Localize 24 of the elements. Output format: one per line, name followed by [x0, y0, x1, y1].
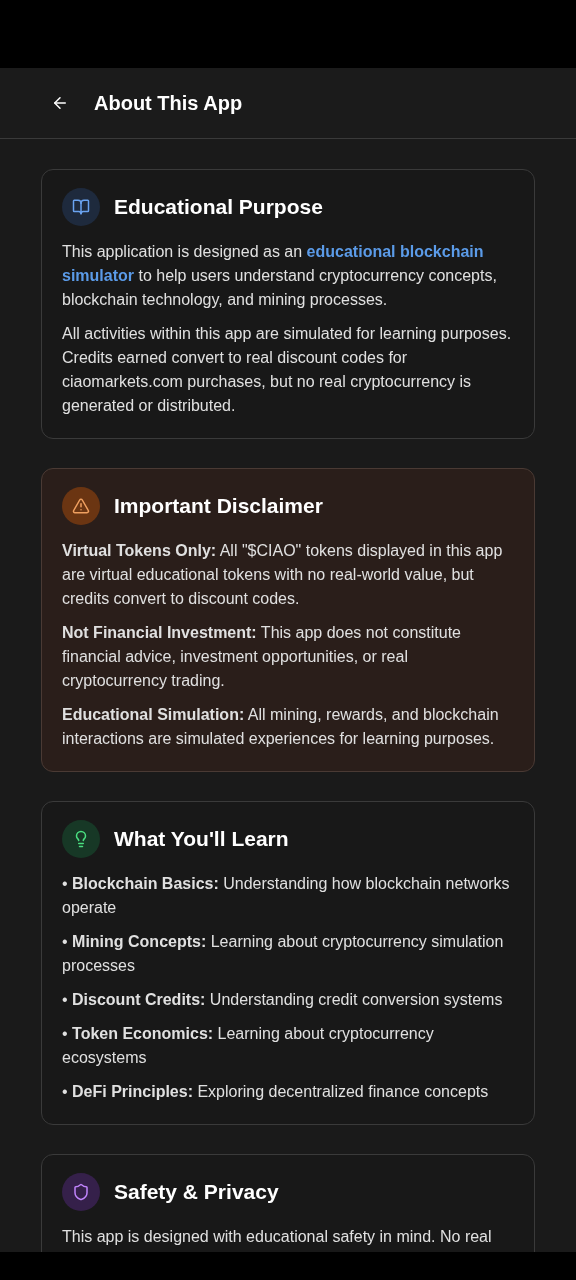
card-paragraph: • Discount Credits: Understanding credit conversion systems: [62, 990, 504, 1010]
lightbulb-icon: [62, 820, 100, 858]
card-paragraph: • DeFi Principles: Exploring decentralized finance concepts: [62, 1082, 490, 1102]
book-icon: [62, 188, 100, 226]
card-title: Safety & Privacy: [114, 1179, 279, 1206]
card-paragraph: This application is designed as an educational blockchain simulator to help users understand cryptocurrency concepts, blockchain technology, and mining processes.: [62, 242, 498, 310]
card-paragraph: Educational Simulation: All mining, rewards, and blockchain interactions are simulated experiences for learning purposes.: [62, 705, 500, 749]
card-paragraph: • Token Economics: Learning about cryptocurrency ecosystems: [62, 1024, 435, 1068]
card-title: Educational Purpose: [114, 194, 323, 221]
card-paragraph: This app is designed with educational safety in mind. No real: [62, 1227, 493, 1247]
back-button[interactable]: [51, 94, 69, 112]
card-paragraph: All activities within this app are simulated for learning purposes. Credits earned convert to real discount codes for ciaomarkets.com purchases, but no real cryptocurrency is generated or distributed.: [62, 324, 513, 416]
link[interactable]: educational blockchain: [306, 243, 484, 260]
card-paragraph: Virtual Tokens Only: All "$CIAO" tokens displayed in this app are virtual educational tokens with no real-world value, but credits convert to discount codes.: [62, 541, 504, 609]
shield-icon: [62, 1173, 100, 1211]
card-paragraph: • Blockchain Basics: Understanding how blockchain networks operate: [62, 874, 511, 918]
link[interactable]: simulator: [62, 267, 134, 284]
card-paragraph: • Mining Concepts: Learning about cryptocurrency simulation processes: [62, 932, 505, 976]
warning-icon: [62, 487, 100, 525]
card-title: What You'll Learn: [114, 826, 289, 853]
page-title: About This App: [94, 91, 243, 116]
card-paragraph: Not Financial Investment: This app does not constitute financial advice, investment opportunities, or real cryptocurrency trading.: [62, 623, 462, 691]
card-title: Important Disclaimer: [114, 493, 323, 520]
back-icon: [51, 94, 69, 112]
